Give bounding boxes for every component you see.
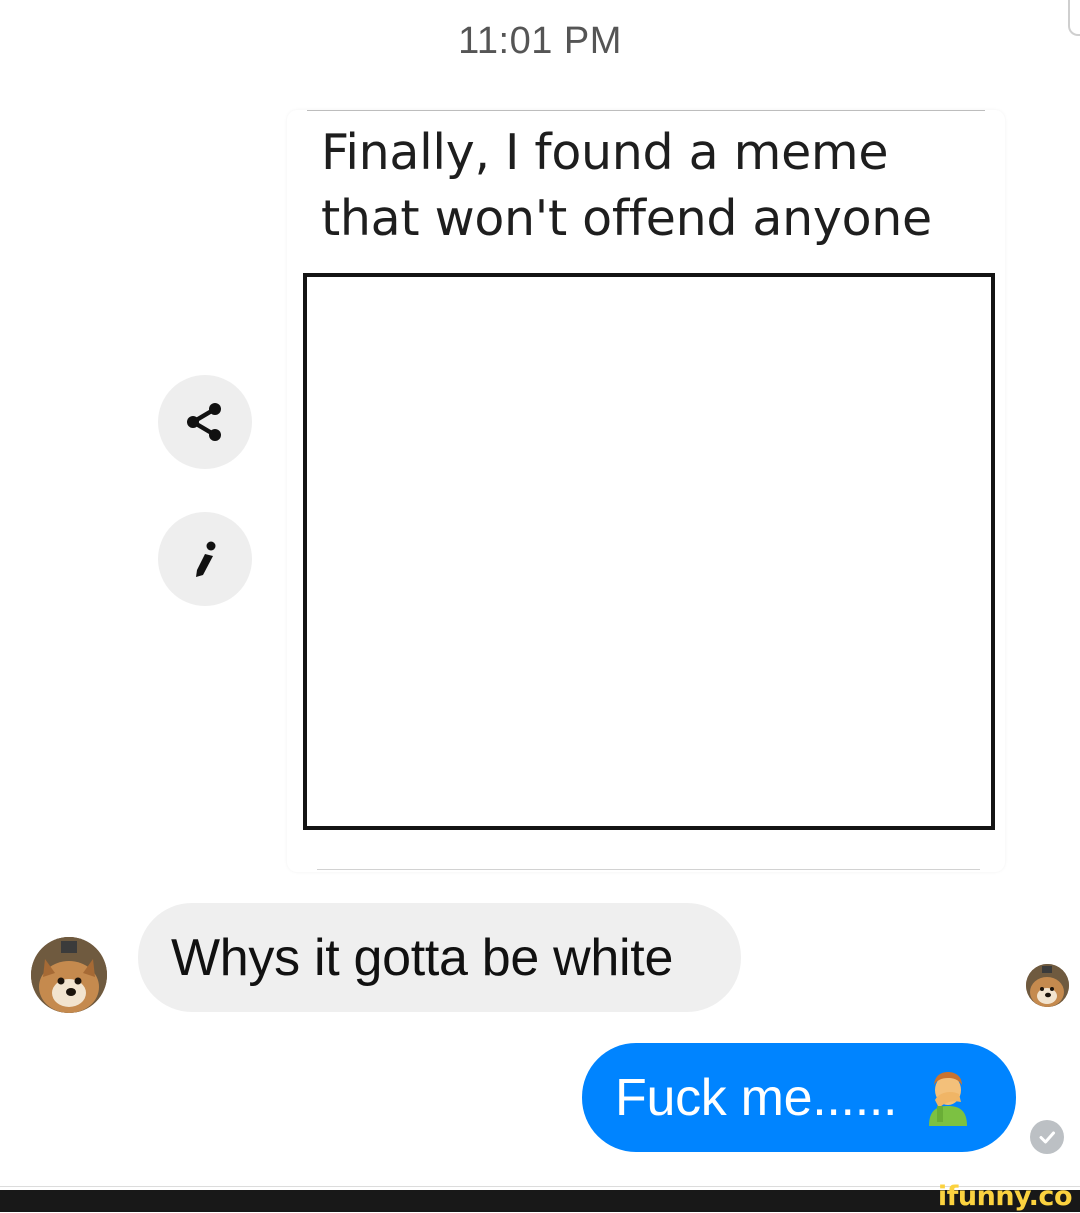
incoming-message-bubble[interactable]: Whys it gotta be white	[138, 903, 741, 1012]
meme-image[interactable]: Finally, I found a meme that won't offen…	[287, 110, 1005, 872]
share-icon	[187, 403, 221, 441]
incoming-message-text: Whys it gotta be white	[171, 928, 674, 987]
pencil-icon	[196, 541, 216, 577]
message-timestamp: 11:01 PM	[458, 20, 622, 62]
read-receipt-icon	[1030, 1120, 1064, 1154]
share-button[interactable]	[158, 375, 252, 469]
meme-caption: Finally, I found a meme that won't offen…	[321, 124, 932, 247]
contact-avatar[interactable]	[31, 937, 107, 1013]
outgoing-message-bubble[interactable]: Fuck me......	[582, 1043, 1016, 1152]
facepalm-emoji-icon	[929, 1071, 968, 1126]
seen-by-avatar	[1026, 964, 1069, 1007]
bottom-divider	[0, 1186, 1080, 1187]
meme-empty-box	[303, 273, 995, 830]
watermark-bar	[0, 1190, 1080, 1212]
check-circle-icon	[1039, 1131, 1055, 1144]
meme-top-edge	[307, 110, 985, 111]
dog-photo-small	[1026, 964, 1069, 1007]
dog-photo	[31, 937, 107, 1013]
meme-bottom-edge	[317, 869, 980, 870]
outgoing-message-text: Fuck me......	[615, 1068, 898, 1127]
ifunny-watermark: ifunny.co	[937, 1181, 1073, 1212]
edit-button[interactable]	[158, 512, 252, 606]
